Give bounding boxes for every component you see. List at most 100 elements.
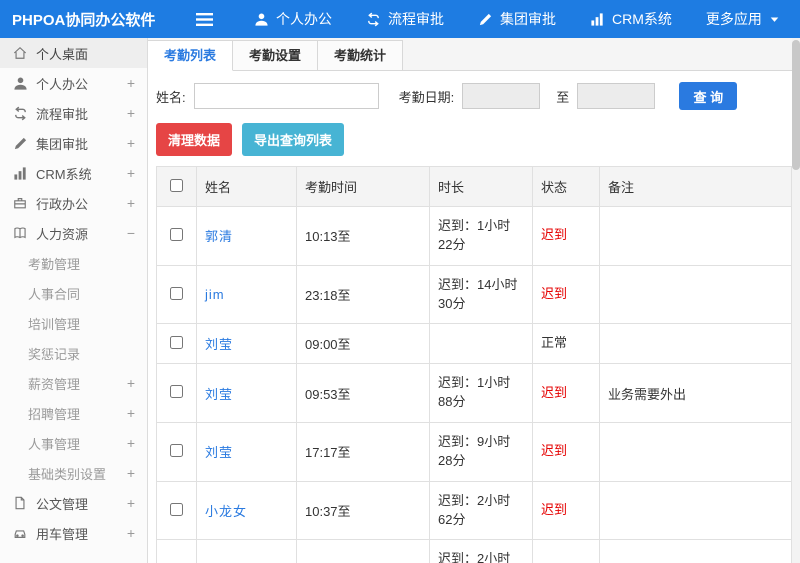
attendance-table: 姓名 考勤时间 时长 状态 备注 郭清 10:13至 迟到：1小时22分 迟到 jim 23:18… [156, 166, 792, 563]
note-text [599, 480, 792, 541]
name-filter-label: 姓名: [156, 89, 186, 105]
duration-text: 迟到：14小时30分 [429, 264, 533, 325]
note-text: 1111 [599, 539, 792, 563]
expand-toggle-icon[interactable]: − [127, 226, 135, 240]
sidebar-item-label: 奖惩记录 [28, 346, 81, 362]
sidebar-item-3[interactable]: 集团审批 + [0, 128, 147, 158]
edit-icon [13, 136, 29, 151]
sidebar-item-7[interactable]: 考勤管理 [0, 248, 147, 278]
expand-toggle-icon[interactable]: + [127, 196, 135, 210]
column-header-4: 备注 [599, 166, 792, 207]
table-body: 郭清 10:13至 迟到：1小时22分 迟到 jim 23:18至 迟到：14小时30分 迟到… [156, 206, 792, 563]
topbar-nav: 个人办公 流程审批 集团审批 CRM系统 更多应用 [237, 0, 797, 38]
sidebar-item-14[interactable]: 基础类别设置 + [0, 458, 147, 488]
name-filter-input[interactable] [193, 83, 379, 109]
duration-text: 迟到：2小时90分 早退：7小时10分 [429, 539, 533, 563]
chart-icon [13, 166, 29, 181]
export-list-button[interactable]: 导出查询列表 [242, 123, 345, 156]
expand-toggle-icon[interactable]: + [127, 76, 135, 90]
sidebar-item-4[interactable]: CRM系统 + [0, 158, 147, 188]
sidebar-item-label: 人力资源 [36, 226, 89, 242]
date-to-input[interactable] [577, 83, 656, 109]
table-row: 郭清 10:13至 迟到：1小时22分 迟到 [156, 206, 792, 266]
hr-icon [13, 226, 29, 240]
expand-toggle-icon[interactable]: + [127, 496, 135, 510]
employee-name-link[interactable]: jim [205, 287, 225, 302]
office-icon [13, 196, 29, 210]
sidebar-item-label: 招聘管理 [28, 406, 81, 422]
expand-toggle-icon[interactable]: + [127, 436, 135, 450]
topnav-item-2[interactable]: 集团审批 [461, 0, 573, 38]
sidebar-item-15[interactable]: 公文管理 + [0, 488, 147, 518]
select-all-header [156, 166, 197, 207]
attendance-time: 10:37至 [296, 480, 430, 541]
tab-1[interactable]: 考勤设置 [233, 40, 319, 71]
page-layout: 个人桌面 个人办公 + 流程审批 + 集团审批 + CRM系统 + 行政办公 + 人力资源 − 考勤管理人… [0, 38, 800, 563]
employee-name-link[interactable]: 刘莹 [205, 387, 233, 402]
process-icon [366, 12, 381, 27]
note-text: 业务需要外出 [599, 363, 792, 424]
sidebar-item-label: 流程审批 [36, 106, 89, 122]
sidebar-item-16[interactable]: 用车管理 + [0, 518, 147, 548]
note-text [599, 422, 792, 482]
table-row: 小龙女 10:37至 迟到：2小时62分 迟到 [156, 480, 792, 541]
attendance-time: 17:17至 [296, 422, 430, 482]
employee-name-link[interactable]: 郭清 [205, 229, 233, 244]
expand-toggle-icon[interactable]: + [127, 526, 135, 540]
topnav-item-0[interactable]: 个人办公 [237, 0, 349, 38]
sidebar-item-10[interactable]: 奖惩记录 [0, 338, 147, 368]
row-checkbox[interactable] [170, 335, 183, 349]
sidebar-item-13[interactable]: 人事管理 + [0, 428, 147, 458]
sidebar-item-12[interactable]: 招聘管理 + [0, 398, 147, 428]
clear-data-button[interactable]: 清理数据 [156, 123, 233, 156]
row-checkbox[interactable] [170, 227, 183, 241]
expand-toggle-icon[interactable]: + [127, 466, 135, 480]
select-all-checkbox[interactable] [170, 178, 183, 192]
expand-toggle-icon[interactable]: + [127, 136, 135, 150]
topnav-item-4[interactable]: 更多应用 [689, 0, 797, 38]
expand-toggle-icon[interactable]: + [127, 406, 135, 420]
row-checkbox[interactable] [170, 443, 183, 457]
sidebar-item-label: CRM系统 [36, 166, 92, 182]
employee-name-link[interactable]: 小龙女 [205, 504, 247, 519]
vertical-scrollbar[interactable] [792, 38, 800, 563]
status-text: 迟到/早退 [532, 539, 600, 563]
table-row: jim 23:18至 迟到：14小时30分 迟到 [156, 264, 792, 325]
expand-toggle-icon[interactable]: + [127, 106, 135, 120]
sidebar-item-9[interactable]: 培训管理 [0, 308, 147, 338]
sidebar-item-5[interactable]: 行政办公 + [0, 188, 147, 218]
row-checkbox[interactable] [170, 286, 183, 300]
menu-icon[interactable] [196, 12, 213, 26]
sidebar-item-8[interactable]: 人事合同 [0, 278, 147, 308]
sidebar-item-11[interactable]: 薪资管理 + [0, 368, 147, 398]
topnav-label: 更多应用 [705, 11, 762, 27]
sidebar-item-2[interactable]: 流程审批 + [0, 98, 147, 128]
search-button[interactable]: 查 询 [679, 82, 738, 110]
topbar: PHPOA协同办公软件 个人办公 流程审批 集团审批 CRM系统 更多应用 [0, 0, 800, 38]
sidebar-item-1[interactable]: 个人办公 + [0, 68, 147, 98]
date-from-input[interactable] [462, 83, 541, 109]
tab-2[interactable]: 考勤统计 [318, 40, 404, 71]
home-icon [13, 46, 29, 60]
sidebar-item-label: 人事合同 [28, 286, 81, 302]
attendance-time: 10:13至 [296, 206, 430, 266]
tabbar: 考勤列表 考勤设置 考勤统计 [148, 38, 792, 71]
process-icon [13, 106, 29, 121]
expand-toggle-icon[interactable]: + [127, 376, 135, 390]
employee-name-link[interactable]: 刘莹 [205, 337, 233, 352]
sidebar-item-6[interactable]: 人力资源 − [0, 218, 147, 248]
row-checkbox[interactable] [170, 385, 183, 399]
topnav-item-3[interactable]: CRM系统 [573, 0, 689, 38]
note-text [599, 206, 792, 266]
column-header-2: 时长 [429, 166, 533, 207]
expand-toggle-icon[interactable]: + [127, 166, 135, 180]
app-title: PHPOA协同办公软件 [12, 11, 156, 29]
sidebar-item-0[interactable]: 个人桌面 [0, 38, 147, 68]
topnav-item-1[interactable]: 流程审批 [349, 0, 461, 38]
table-header-row: 姓名 考勤时间 时长 状态 备注 [156, 166, 792, 207]
row-checkbox[interactable] [170, 502, 183, 516]
tab-0[interactable]: 考勤列表 [148, 40, 234, 71]
status-text: 迟到 [532, 363, 600, 424]
employee-name-link[interactable]: 刘莹 [205, 445, 233, 460]
scrollbar-thumb[interactable] [792, 40, 800, 170]
